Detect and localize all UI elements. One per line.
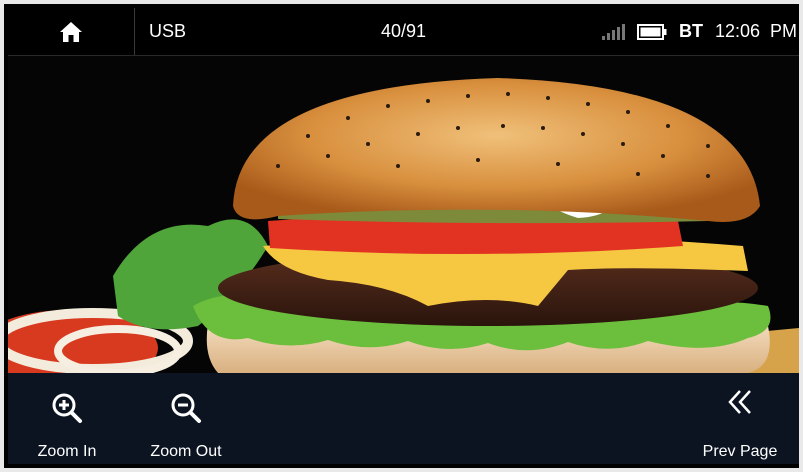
battery-icon [636, 23, 667, 40]
bluetooth-indicator: BT [678, 21, 703, 41]
zoom-in-icon [52, 393, 82, 423]
prev-page-button[interactable]: Prev Page [694, 385, 786, 461]
zoom-out-button[interactable]: Zoom Out [146, 391, 226, 461]
status-bar: USB 40/91 BT 12:06 PM [8, 8, 799, 56]
media-source: USB [149, 21, 187, 41]
prev-page-icon [728, 390, 751, 414]
clock-ampm: PM [770, 21, 797, 41]
burger-photo [8, 56, 799, 373]
zoom-in-label: Zoom In [37, 443, 97, 460]
home-button[interactable] [8, 8, 135, 55]
zoom-out-label: Zoom Out [150, 443, 222, 460]
signal-icon [601, 23, 625, 40]
zoom-out-icon [171, 393, 201, 423]
status-indicators: BT 12:06 PM [601, 8, 797, 55]
home-icon [60, 21, 82, 42]
control-bar: Zoom In Zoom Out Prev Page [8, 373, 799, 464]
prev-page-label: Prev Page [702, 443, 778, 460]
zoom-in-button[interactable]: Zoom In [32, 391, 102, 461]
photo-viewer[interactable] [8, 56, 799, 373]
clock-time: 12:06 [714, 21, 760, 41]
